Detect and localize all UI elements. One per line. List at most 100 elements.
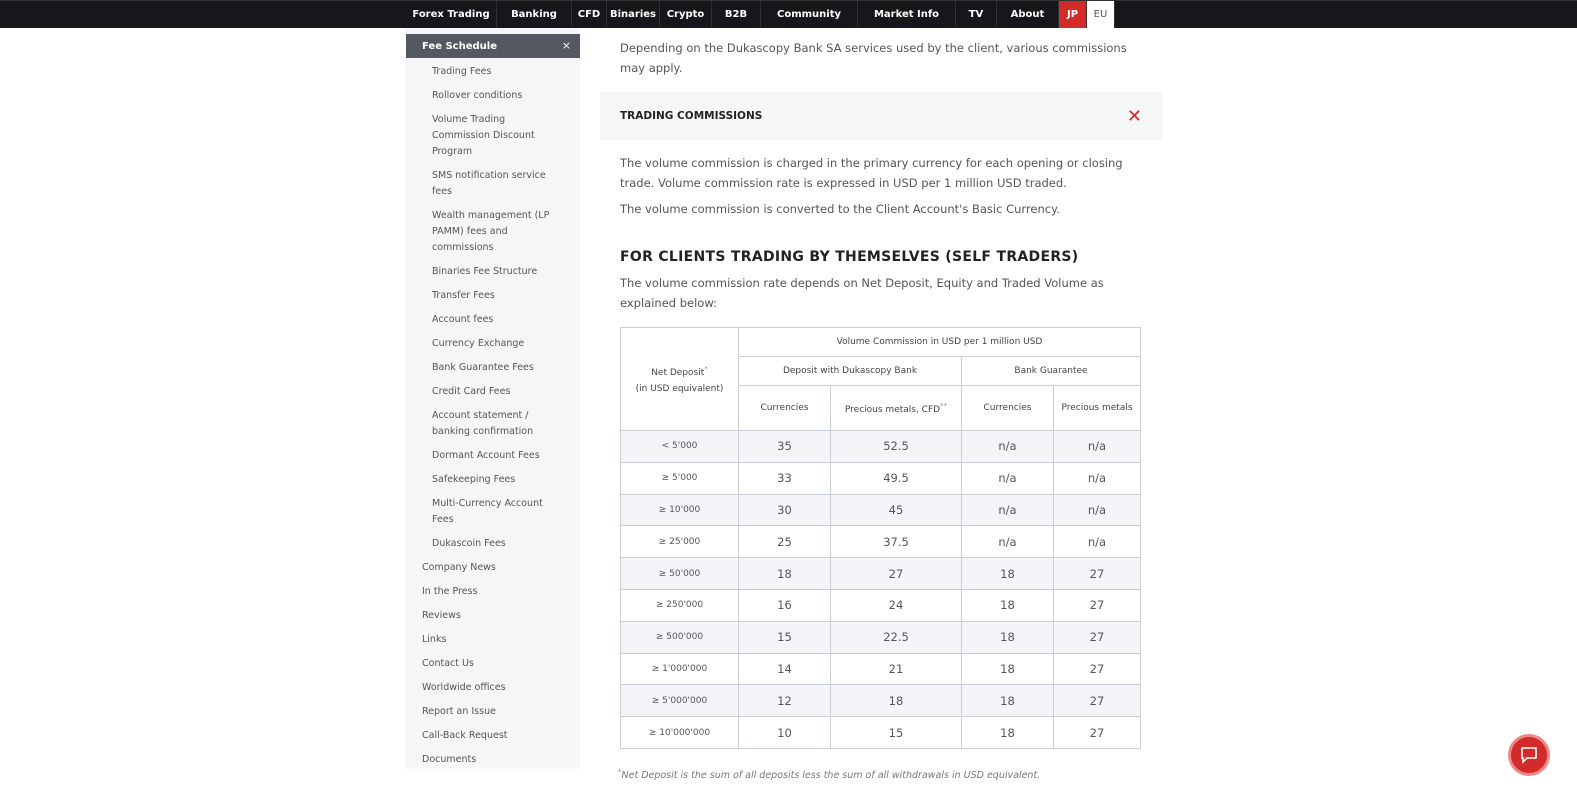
sidebar-subitem[interactable]: Currency Exchange xyxy=(406,332,580,356)
table-cell: 45 xyxy=(830,493,962,527)
sidebar-item[interactable]: Links xyxy=(406,628,580,652)
sidebar-section-label: Fee Schedule xyxy=(422,40,497,52)
table-cell: 12 xyxy=(738,684,831,718)
close-icon[interactable]: × xyxy=(562,39,571,52)
close-icon[interactable]: ✕ xyxy=(1127,106,1142,127)
sidebar-subitem[interactable]: Safekeeping Fees xyxy=(406,468,580,492)
sidebar-subitem[interactable]: Volume Trading Commission Discount Progr… xyxy=(406,108,580,164)
table-cell: 15 xyxy=(830,716,962,749)
nav-banking[interactable]: Banking xyxy=(497,1,572,28)
table-row: ≥ 50'000 18 27 18 27 xyxy=(620,557,1141,590)
table-cell: 21 xyxy=(830,652,962,686)
chat-button[interactable] xyxy=(1508,734,1550,776)
table-cell: 18 xyxy=(830,684,962,718)
table-cell: ≥ 10'000'000 xyxy=(620,716,739,749)
sidebar-item[interactable]: In the Press xyxy=(406,580,580,604)
nav-crypto[interactable]: Crypto xyxy=(660,1,712,28)
nav-eu[interactable]: EU xyxy=(1087,1,1115,28)
paragraph: The volume commission is charged in the … xyxy=(620,156,1123,190)
table-cell: 24 xyxy=(830,588,962,622)
table-cell: n/a xyxy=(961,430,1054,463)
sidebar-subitem[interactable]: Credit Card Fees xyxy=(406,380,580,404)
table-row: ≥ 25'000 25 37.5 n/a n/a xyxy=(620,525,1141,559)
table-cell: 27 xyxy=(1053,557,1141,590)
nav-cfd[interactable]: CFD xyxy=(572,1,607,28)
intro-text: Depending on the Dukascopy Bank SA servi… xyxy=(620,41,1127,75)
table-cell: 18 xyxy=(961,652,1054,686)
sidebar-subitem[interactable]: Transfer Fees xyxy=(406,284,580,308)
main-content: Depending on the Dukascopy Bank SA servi… xyxy=(600,28,1162,749)
nav-jp[interactable]: JP xyxy=(1059,1,1087,28)
sidebar-item[interactable]: Reviews xyxy=(406,604,580,628)
commission-table: Net Deposit* (in USD equivalent) Volume C… xyxy=(620,327,1141,749)
sidebar-subitem[interactable]: Wealth management (LP PAMM) fees and com… xyxy=(406,204,580,260)
section-heading: FOR CLIENTS TRADING BY THEMSELVES (SELF … xyxy=(620,249,1079,265)
header-precious-metals-cfd: Precious metals, CFD** xyxy=(830,385,962,431)
table-cell: 14 xyxy=(738,652,831,686)
sidebar-subitem[interactable]: Account fees xyxy=(406,308,580,332)
nav-b2b[interactable]: B2B xyxy=(712,1,761,28)
sidebar-list: Trading Fees Rollover conditions Volume Tr… xyxy=(406,60,580,772)
sidebar-subitem[interactable]: Multi-Currency Account Fees xyxy=(406,492,580,532)
table-cell: n/a xyxy=(1053,430,1141,463)
table-cell: n/a xyxy=(961,493,1054,527)
table-cell: n/a xyxy=(1053,493,1141,527)
table-cell: < 5'000 xyxy=(620,430,739,463)
table-cell: 18 xyxy=(961,716,1054,749)
sidebar: Fee Schedule × Trading Fees Rollover cond… xyxy=(406,28,580,769)
sidebar-item[interactable]: Documents xyxy=(406,748,580,772)
table-row: ≥ 10'000 30 45 n/a n/a xyxy=(620,493,1141,527)
sidebar-item[interactable]: Report an Issue xyxy=(406,700,580,724)
table-cell: 35 xyxy=(738,430,831,463)
table-cell: n/a xyxy=(1053,525,1141,559)
accordion-title: TRADING COMMISSIONS xyxy=(620,110,763,122)
sidebar-subitem[interactable]: Binaries Fee Structure xyxy=(406,260,580,284)
header-deposit: Deposit with Dukascopy Bank xyxy=(738,356,962,386)
nav-binaries[interactable]: Binaries xyxy=(607,1,660,28)
table-row: ≥ 250'000 16 24 18 27 xyxy=(620,588,1141,622)
nav-community[interactable]: Community xyxy=(761,1,858,28)
table-cell: ≥ 5'000'000 xyxy=(620,684,739,718)
accordion-trading-commissions[interactable]: TRADING COMMISSIONS ✕ xyxy=(600,92,1162,140)
chat-icon xyxy=(1521,747,1537,764)
table-cell: 18 xyxy=(961,684,1054,718)
header-volume-commission: Volume Commission in USD per 1 million U… xyxy=(738,327,1141,357)
table-row: ≥ 5'000'000 12 18 18 27 xyxy=(620,684,1141,718)
table-cell: 18 xyxy=(961,620,1054,654)
table-cell: 27 xyxy=(1053,620,1141,654)
table-cell: 30 xyxy=(738,493,831,527)
nav-market-info[interactable]: Market Info xyxy=(858,1,956,28)
nav-forex-trading[interactable]: Forex Trading xyxy=(406,1,497,28)
nav-tv[interactable]: TV xyxy=(956,1,997,28)
header-currencies: Currencies xyxy=(738,385,831,431)
table-cell: 25 xyxy=(738,525,831,559)
sidebar-subitem[interactable]: Dormant Account Fees xyxy=(406,444,580,468)
paragraph: The volume commission is converted to th… xyxy=(620,202,1060,216)
nav-about[interactable]: About xyxy=(997,1,1059,28)
sidebar-subitem[interactable]: Dukascoin Fees xyxy=(406,532,580,556)
sidebar-item[interactable]: Contact Us xyxy=(406,652,580,676)
table-cell: ≥ 500'000 xyxy=(620,620,739,654)
paragraph: The volume commission rate depends on Ne… xyxy=(620,276,1104,310)
table-cell: 18 xyxy=(961,588,1054,622)
sidebar-item[interactable]: Company News xyxy=(406,556,580,580)
sidebar-subitem[interactable]: SMS notification service fees xyxy=(406,164,580,204)
table-cell: 27 xyxy=(1053,716,1141,749)
sidebar-subitem[interactable]: Rollover conditions xyxy=(406,84,580,108)
table-cell: ≥ 50'000 xyxy=(620,557,739,590)
table-cell: 49.5 xyxy=(830,461,962,495)
sidebar-subitem[interactable]: Account statement / banking confirmation xyxy=(406,404,580,444)
table-cell: 37.5 xyxy=(830,525,962,559)
table-cell: 27 xyxy=(1053,652,1141,686)
table-cell: 52.5 xyxy=(830,430,962,463)
header-net-deposit: Net Deposit* (in USD equivalent) xyxy=(620,327,739,431)
sidebar-subitem[interactable]: Bank Guarantee Fees xyxy=(406,356,580,380)
sidebar-subitem[interactable]: Trading Fees xyxy=(406,60,580,84)
table-cell: 15 xyxy=(738,620,831,654)
sidebar-section-fee-schedule[interactable]: Fee Schedule × xyxy=(406,34,580,58)
table-cell: n/a xyxy=(961,525,1054,559)
table-cell: 16 xyxy=(738,588,831,622)
sidebar-item[interactable]: Worldwide offices xyxy=(406,676,580,700)
header-currencies-bg: Currencies xyxy=(961,385,1054,431)
sidebar-item[interactable]: Call-Back Request xyxy=(406,724,580,748)
